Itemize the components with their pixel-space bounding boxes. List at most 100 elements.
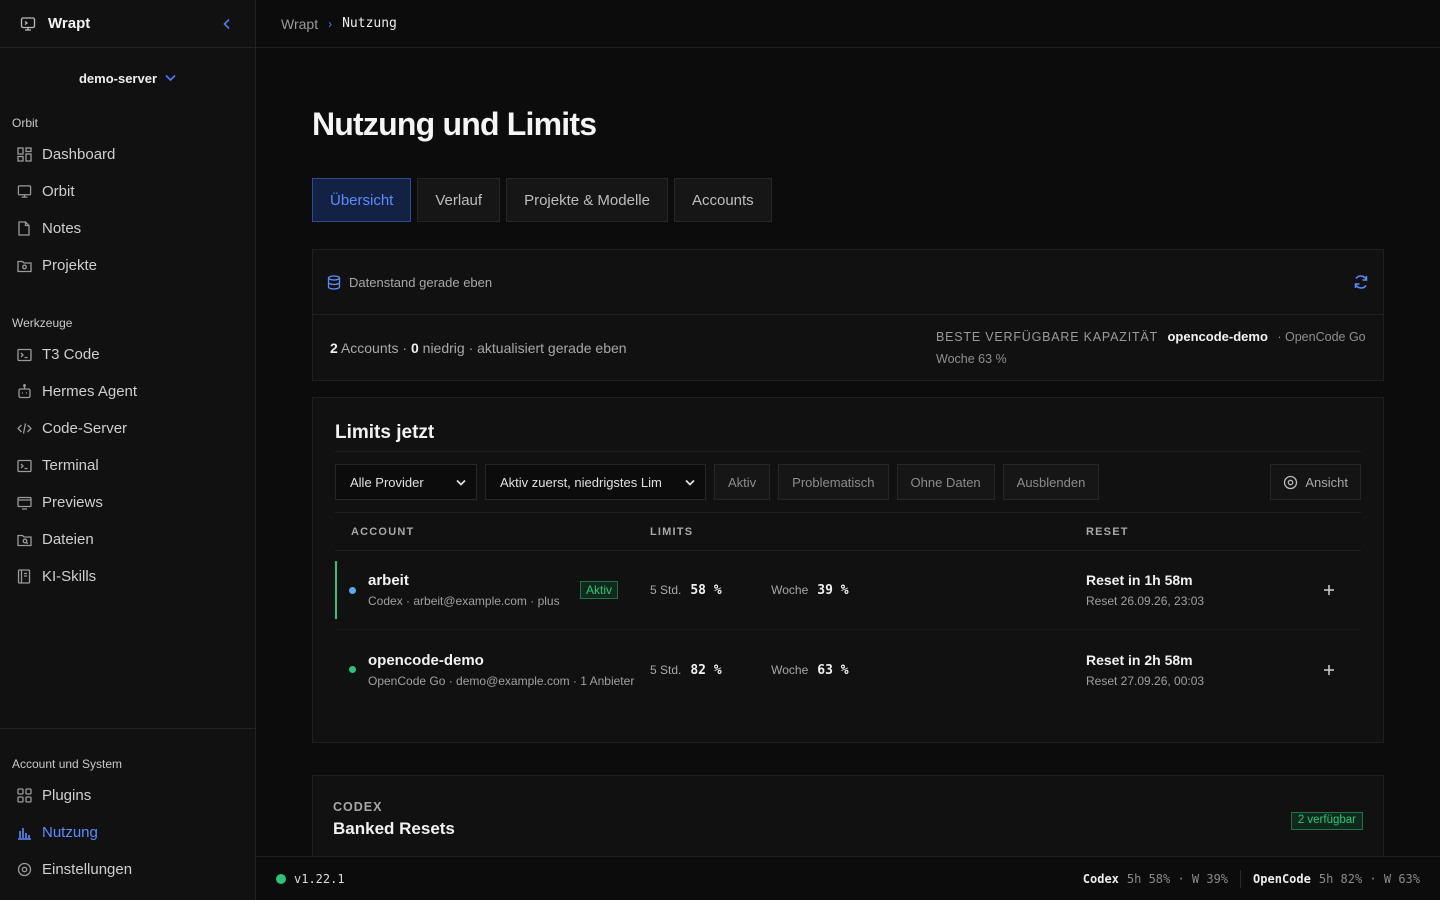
tab-projekte-modelle[interactable]: Projekte & Modelle [506,178,668,222]
terminal-icon [16,458,32,474]
refresh-button[interactable] [1353,274,1369,290]
account-info: opencode-demo OpenCode Go · demo@example… [368,652,650,688]
sidebar-item-label: Terminal [42,457,99,474]
sidebar-item-label: Notes [42,220,82,237]
account-name: arbeit [368,572,409,589]
sidebar-item-label: Code-Server [42,420,128,437]
limit-value: 39 % [817,583,849,598]
app-name: Wrapt [48,15,91,32]
collapse-sidebar-button[interactable] [219,16,235,32]
sidebar-header: Wrapt [0,0,255,48]
best-capacity-account: opencode-demo [1167,328,1268,344]
tab-uebersicht[interactable]: Übersicht [312,178,412,222]
reset-countdown: Reset in 1h 58m [1086,572,1193,588]
limits-table: ACCOUNT LIMITS RESET arbeit Codex · arbe… [335,512,1361,709]
low-label: niedrig · aktualisiert gerade eben [422,339,627,356]
codex-label: Codex [1082,871,1119,886]
sidebar-item-einstellungen[interactable]: Einstellungen [0,851,255,888]
status-bar: v1.22.1 Codex 5h 58% · W 39% OpenCode 5h… [256,856,1440,900]
table-header: ACCOUNT LIMITS RESET [335,513,1361,551]
expand-row-button[interactable] [1309,664,1349,676]
breadcrumb-root-link[interactable]: Wrapt [281,16,318,32]
reset-cell: Reset in 2h 58m Reset 27.09.26, 00:03 [1086,652,1309,688]
filter-chip-problematisch[interactable]: Problematisch [778,464,889,500]
monitor-icon [20,16,36,32]
breadcrumb: Wrapt › Nutzung [256,0,1440,48]
breadcrumb-current: Nutzung [342,16,397,31]
limits-cell: 5 Std. 58 % Woche 39 % [650,581,1086,599]
best-capacity: BESTE VERFÜGBARE KAPAZITÄT opencode-demo… [936,326,1366,370]
file-icon [16,221,32,237]
data-status-text: Datenstand gerade eben [349,274,493,290]
available-badge: 2 verfügbar [1290,812,1363,830]
sidebar-item-label: Previews [42,494,103,511]
nav-group-werkzeuge: Werkzeuge T3 Code Hermes Agent Code-Serv… [0,308,255,595]
server-switcher[interactable]: demo-server [0,48,255,108]
sidebar-item-nutzung[interactable]: Nutzung [0,814,255,851]
main-area: Wrapt › Nutzung Nutzung und Limits Übers… [256,0,1440,900]
best-capacity-label: BESTE VERFÜGBARE KAPAZITÄT [936,329,1158,344]
filter-chip-aktiv[interactable]: Aktiv [714,464,771,500]
account-details: OpenCode Go · demo@example.com · 1 Anbie… [368,673,635,688]
sidebar-item-previews[interactable]: Previews [0,484,255,521]
sidebar-item-label: Projekte [42,257,98,274]
divider [1240,869,1242,888]
table-row[interactable]: arbeit Codex · arbeit@example.com · plus… [335,551,1361,630]
reset-date: Reset 26.09.26, 23:03 [1086,594,1205,608]
limit-5h: 5 Std. 58 % [650,583,722,598]
opencode-stats: 5h 82% · W 63% [1318,871,1420,886]
sidebar-item-label: Einstellungen [42,861,133,878]
banked-resets-card: CODEX Banked Resets 2 verfügbar [312,775,1384,861]
reset-date: Reset 27.09.26, 00:03 [1086,673,1205,688]
plugins-icon [16,788,32,804]
best-capacity-provider: · OpenCode Go [1277,329,1366,344]
status-card: Datenstand gerade eben 2 Accounts · 0 ni… [312,249,1384,381]
sidebar-item-plugins[interactable]: Plugins [0,777,255,814]
sidebar-item-dateien[interactable]: Dateien [0,521,255,558]
sidebar-item-t3-code[interactable]: T3 Code [0,336,255,373]
sidebar-item-notes[interactable]: Notes [0,210,255,247]
book-icon [16,569,32,585]
account-details: Codex · arbeit@example.com · plus [368,594,560,608]
sidebar-item-code-server[interactable]: Code-Server [0,410,255,447]
nav-group-account-system: Account und System Plugins Nutzung Einst… [0,728,255,900]
limits-cell: 5 Std. 82 % Woche 63 % [650,661,1086,679]
view-settings-button[interactable]: Ansicht [1270,464,1361,500]
status-dot [349,666,356,673]
expand-row-button[interactable] [1309,584,1349,596]
accounts-summary: 2 Accounts · 0 niedrig · aktualisiert ge… [330,339,627,356]
gear-icon [1283,475,1298,490]
nav-group-orbit: Orbit Dashboard Orbit Notes Projekte [0,108,255,284]
limit-label: Woche [771,662,809,677]
provider-select[interactable]: Alle Provider [335,464,477,500]
account-cell: arbeit Codex · arbeit@example.com · plus… [335,572,650,608]
provider-select-value: Alle Provider [350,474,424,490]
sidebar-item-hermes-agent[interactable]: Hermes Agent [0,373,255,410]
column-header-account: ACCOUNT [351,525,415,538]
sidebar-item-orbit[interactable]: Orbit [0,173,255,210]
nav-group-label: Werkzeuge [12,316,73,330]
tab-accounts[interactable]: Accounts [673,178,772,222]
sidebar-item-dashboard[interactable]: Dashboard [0,136,255,173]
app-root: Wrapt demo-server Orbit Dashboard Orbit [0,0,1440,900]
view-settings-label: Ansicht [1305,474,1348,490]
limits-card: Limits jetzt Alle Provider Aktiv zuerst,… [312,397,1384,743]
tab-verlauf[interactable]: Verlauf [417,178,501,222]
sidebar-item-ki-skills[interactable]: KI-Skills [0,558,255,595]
usage-summary: Codex 5h 58% · W 39% OpenCode 5h 82% · W… [1082,869,1420,888]
column-header-limits: LIMITS [650,525,694,538]
filter-chip-ohne-daten[interactable]: Ohne Daten [896,464,995,500]
limit-label: 5 Std. [650,583,682,597]
status-dot [349,586,356,594]
sort-select[interactable]: Aktiv zuerst, niedrigstes Lim [485,464,706,500]
filter-chip-ausblenden[interactable]: Ausblenden [1002,464,1100,500]
sidebar-item-terminal[interactable]: Terminal [0,447,255,484]
table-row[interactable]: opencode-demo OpenCode Go · demo@example… [335,630,1361,709]
status-badge: Aktiv [579,581,618,599]
sort-select-value: Aktiv zuerst, niedrigstes Lim [500,474,662,490]
accounts-count: 2 [330,339,338,356]
bar-chart-icon [16,825,32,841]
sidebar-item-label: T3 Code [42,346,100,363]
sidebar-item-projekte[interactable]: Projekte [0,247,255,284]
page-title: Nutzung und Limits [312,106,597,142]
